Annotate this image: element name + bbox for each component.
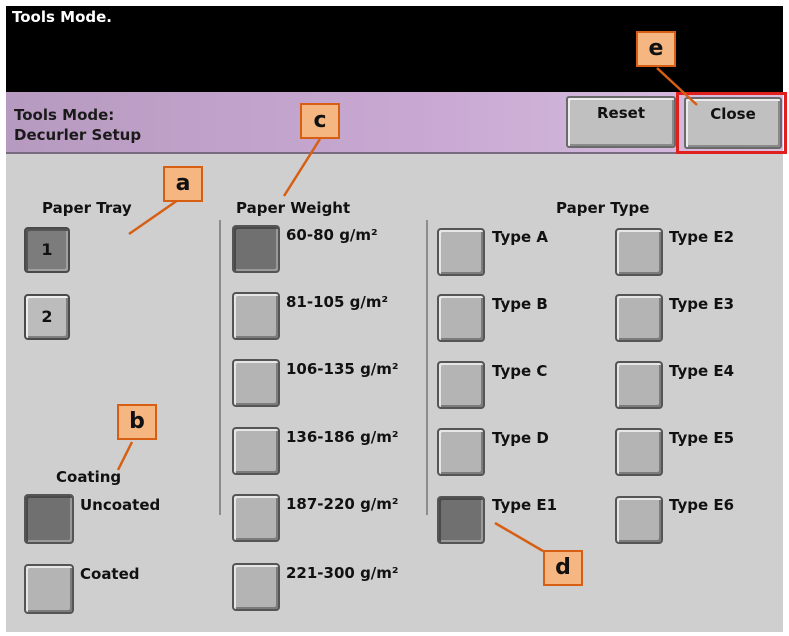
callout-e-text: e xyxy=(648,36,664,61)
callout-a-text: a xyxy=(175,171,191,196)
callout-d: d xyxy=(543,550,583,586)
callout-d-line xyxy=(494,521,544,553)
callout-a: a xyxy=(163,166,203,202)
callout-d-text: d xyxy=(555,555,571,580)
callout-b: b xyxy=(117,404,157,440)
callout-e: e xyxy=(636,31,676,67)
callout-c-text: c xyxy=(313,108,327,133)
callout-leader-lines xyxy=(116,67,698,553)
callout-a-line xyxy=(128,198,179,236)
callout-c-line xyxy=(282,138,322,197)
callout-b-line xyxy=(116,441,134,471)
callout-b-text: b xyxy=(129,409,145,434)
callout-c: c xyxy=(300,103,340,139)
callout-e-line xyxy=(656,67,698,106)
